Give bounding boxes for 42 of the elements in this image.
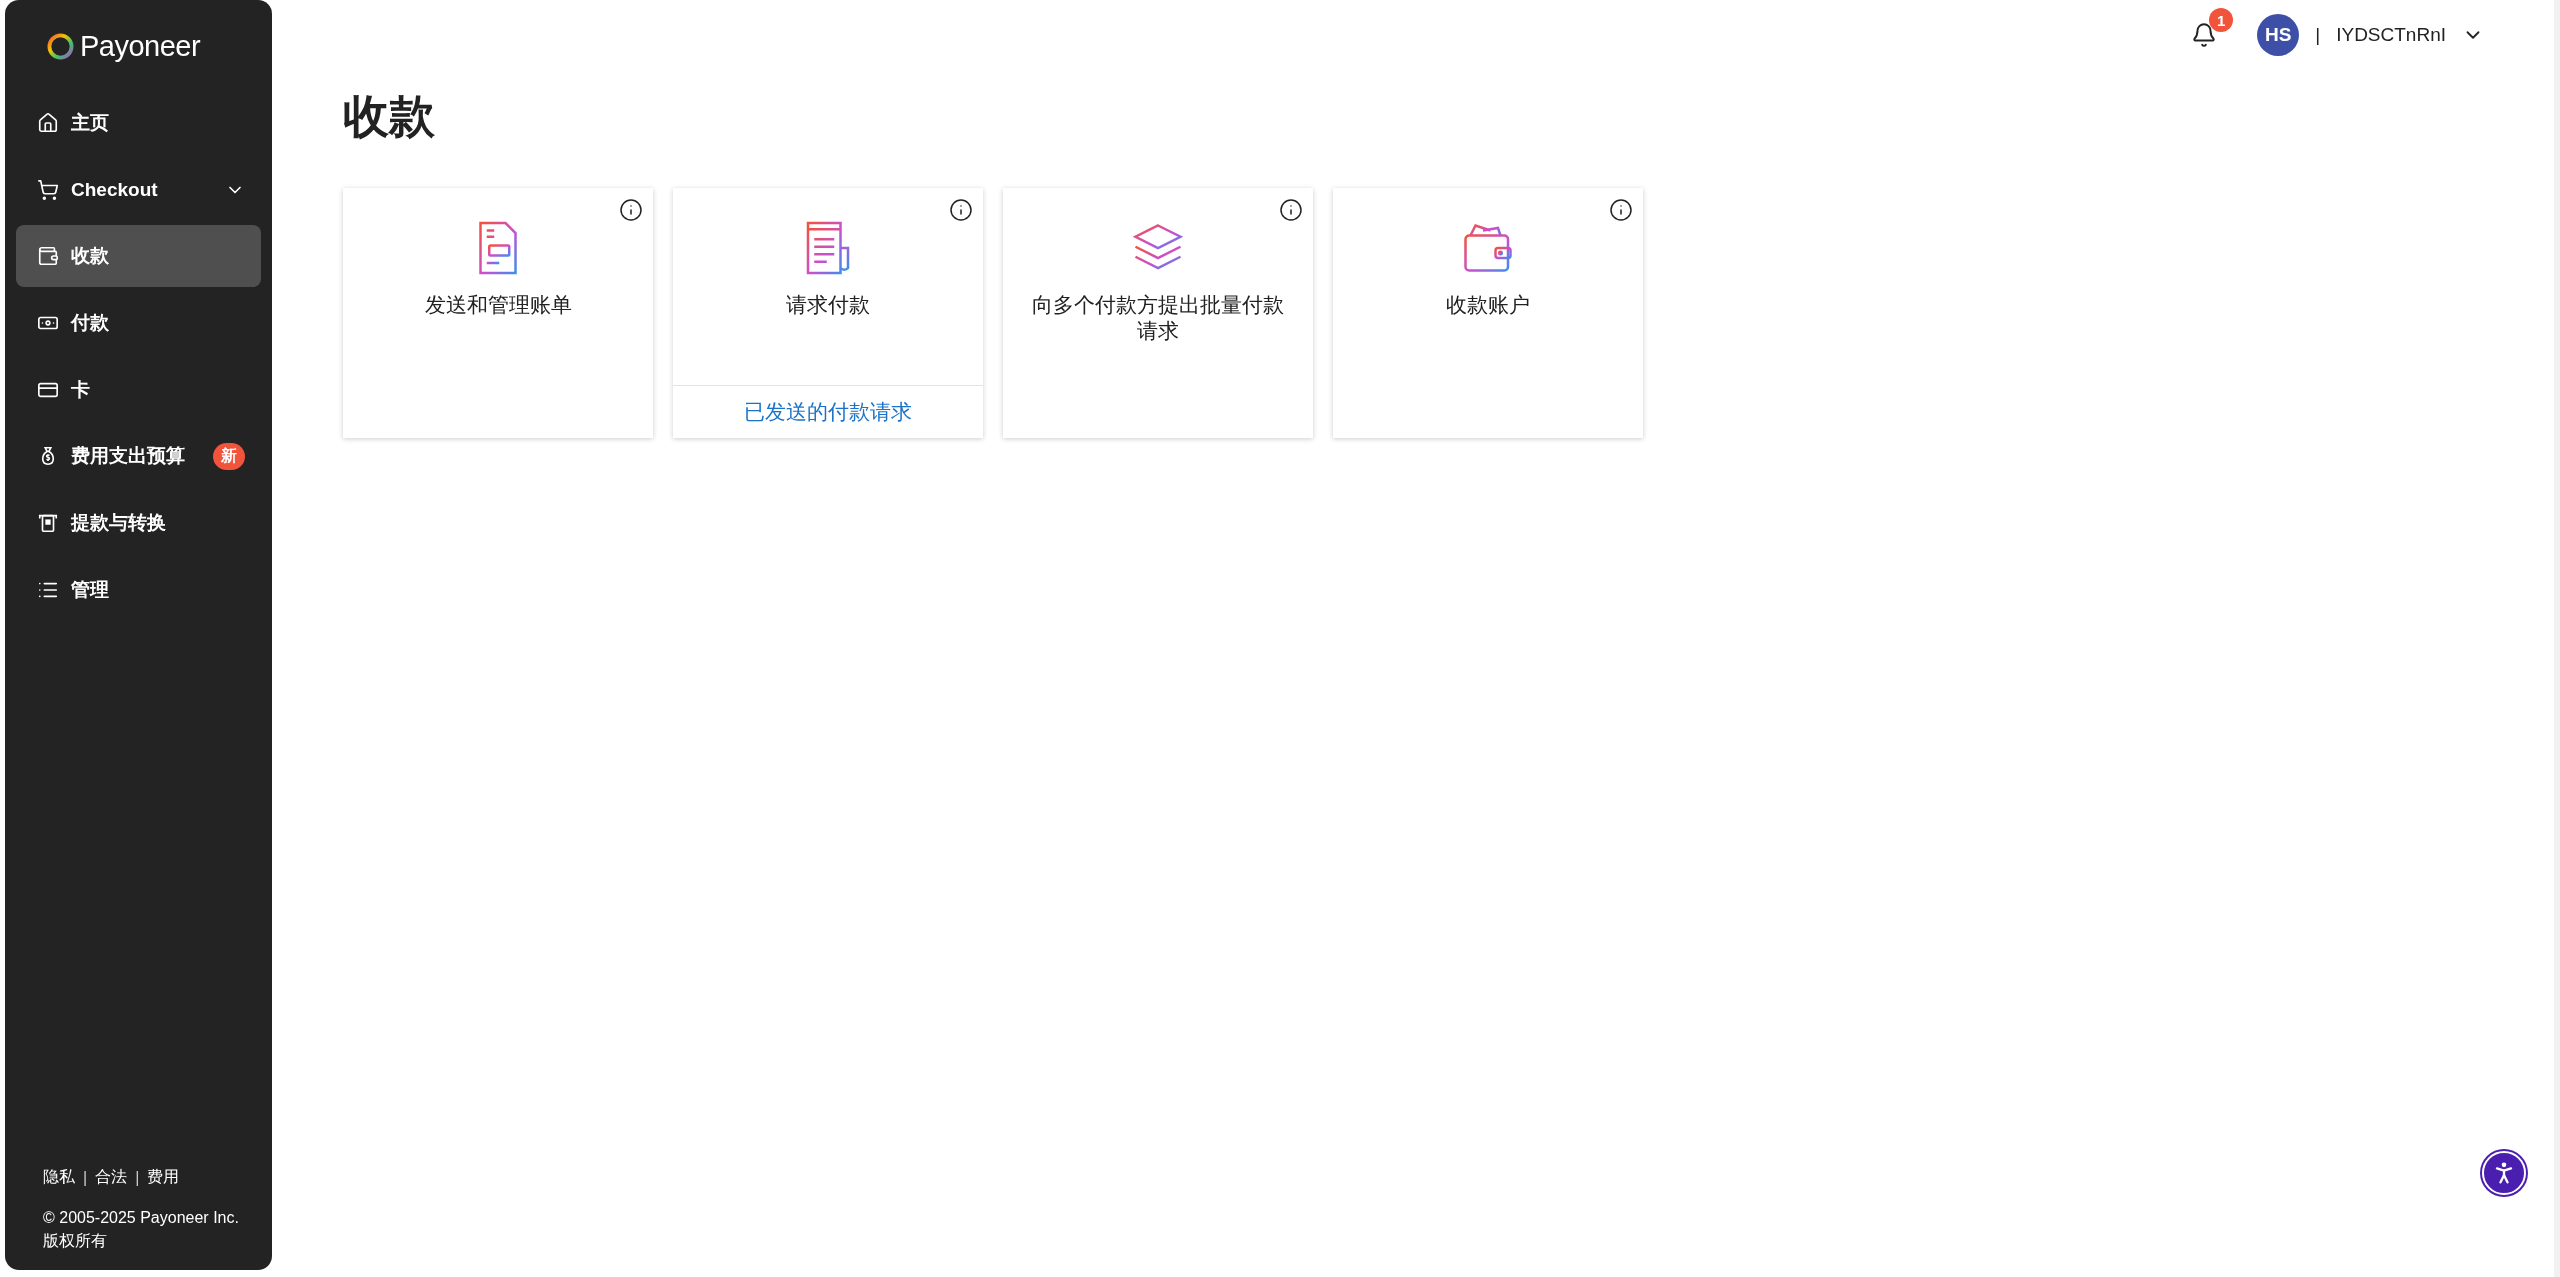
action-card[interactable]: 发送和管理账单	[343, 188, 653, 438]
nav-item[interactable]: Checkout	[16, 158, 261, 221]
card-title: 请求付款	[786, 292, 870, 318]
action-card[interactable]: 向多个付款方提出批量付款请求	[1003, 188, 1313, 438]
username[interactable]: IYDSCTnRnI	[2336, 24, 2446, 46]
info-icon[interactable]	[1279, 198, 1303, 222]
logo-text: Payoneer	[80, 29, 201, 63]
footer-link[interactable]: 费用	[147, 1167, 180, 1188]
nav-item[interactable]: 卡	[16, 358, 261, 421]
accessibility-button[interactable]	[2482, 1151, 2526, 1195]
action-card[interactable]: 收款账户	[1333, 188, 1643, 438]
avatar[interactable]: HS	[2257, 14, 2300, 56]
card-title: 向多个付款方提出批量付款请求	[1031, 292, 1285, 344]
card-title: 发送和管理账单	[424, 292, 572, 318]
footer-link[interactable]: 合法	[95, 1167, 128, 1188]
nav-item[interactable]: 主页	[16, 92, 261, 154]
action-card[interactable]: 请求付款 已发送的付款请求	[673, 188, 983, 438]
page-title: 收款	[343, 89, 436, 144]
cart-icon	[37, 178, 59, 201]
info-icon[interactable]	[619, 198, 643, 222]
notification-count: 1	[2209, 8, 2234, 32]
card-title: 收款账户	[1446, 292, 1530, 318]
nav-item[interactable]: 提款与转换	[16, 492, 261, 555]
copyright-text: 版权所有	[43, 1231, 108, 1251]
separator: |	[83, 1168, 88, 1187]
separator: |	[2315, 24, 2321, 46]
wallet-icon	[37, 245, 59, 268]
withdraw-icon	[37, 512, 59, 535]
nav-item[interactable]: 管理	[16, 558, 261, 621]
separator: |	[135, 1168, 140, 1187]
footer-link[interactable]: 隐私	[43, 1167, 75, 1188]
nav-item[interactable]: 费用支出预算 新	[16, 425, 261, 488]
new-badge: 新	[213, 442, 245, 470]
logo-ring-icon	[47, 32, 74, 60]
home-icon	[37, 112, 59, 134]
nav-item[interactable]: 付款	[16, 292, 261, 355]
info-icon[interactable]	[1609, 198, 1633, 222]
bell-icon[interactable]	[2191, 22, 2218, 48]
card-link[interactable]: 已发送的付款请求	[673, 385, 983, 438]
copyright-text: © 2005-2025 Payoneer Inc.	[43, 1208, 240, 1228]
nav-item[interactable]: 收款	[16, 225, 261, 288]
info-icon[interactable]	[949, 198, 973, 222]
